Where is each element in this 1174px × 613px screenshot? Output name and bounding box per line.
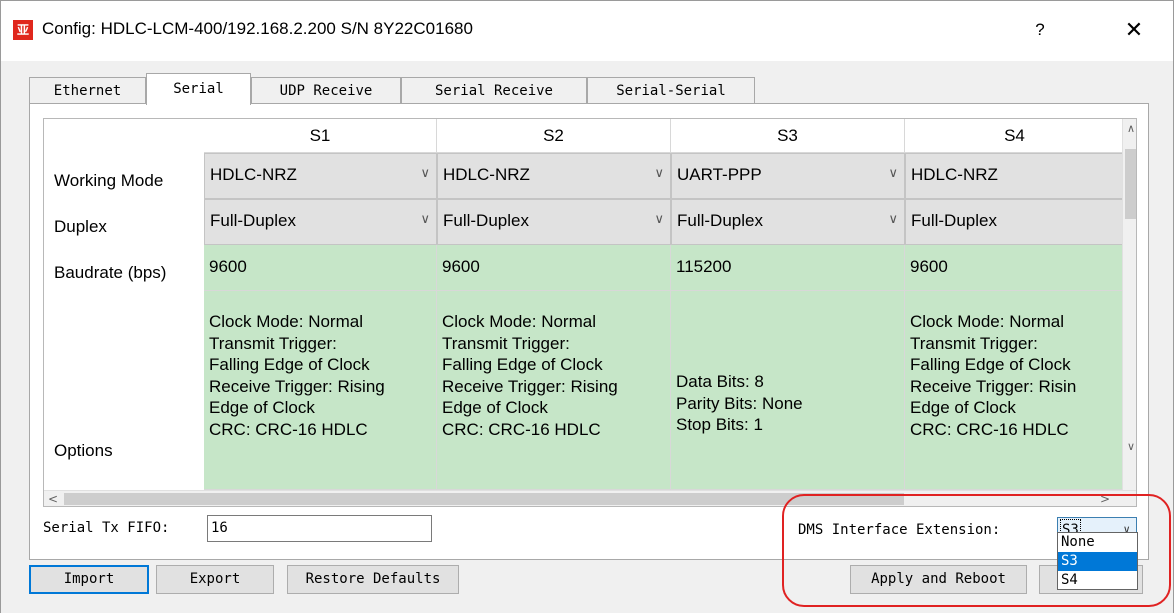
duplex-value: Full-Duplex bbox=[677, 211, 763, 230]
tab-udp-receive[interactable]: UDP Receive bbox=[251, 77, 401, 104]
working-mode-value: UART-PPP bbox=[677, 165, 762, 184]
close-button[interactable]: ✕ bbox=[1116, 15, 1152, 45]
duplex-value: Full-Duplex bbox=[911, 211, 997, 230]
column-header-s3[interactable]: S3 bbox=[671, 119, 905, 153]
column-header-s1[interactable]: S1 bbox=[204, 119, 437, 153]
options-cell-s3[interactable]: Data Bits: 8 Parity Bits: None Stop Bits… bbox=[671, 291, 905, 490]
column-header-s2[interactable]: S2 bbox=[437, 119, 671, 153]
horizontal-scrollbar[interactable]: < > bbox=[44, 490, 1136, 506]
vertical-scroll-thumb[interactable] bbox=[1125, 149, 1136, 219]
serial-tx-fifo-input[interactable]: 16 bbox=[207, 515, 432, 542]
apply-and-reboot-button[interactable]: Apply and Reboot bbox=[850, 565, 1027, 594]
export-button[interactable]: Export bbox=[156, 565, 274, 594]
import-button[interactable]: Import bbox=[29, 565, 149, 594]
working-mode-select-s3[interactable]: UART-PPP ∨ bbox=[671, 153, 905, 199]
row-label-options: Options bbox=[54, 441, 113, 460]
dms-options-dropdown: None S3 S4 bbox=[1057, 532, 1138, 590]
baudrate-value: 9600 bbox=[910, 257, 948, 276]
config-dialog: 亚 Config: HDLC-LCM-400/192.168.2.200 S/N… bbox=[0, 0, 1174, 613]
serial-tx-fifo-label: Serial Tx FIFO: bbox=[43, 520, 170, 536]
restore-defaults-button[interactable]: Restore Defaults bbox=[287, 565, 459, 594]
working-mode-value: HDLC-NRZ bbox=[443, 165, 530, 184]
duplex-select-s3[interactable]: Full-Duplex ∨ bbox=[671, 199, 905, 245]
duplex-value: Full-Duplex bbox=[443, 211, 529, 230]
working-mode-select-s1[interactable]: HDLC-NRZ ∨ bbox=[204, 153, 437, 199]
chevron-down-icon: ∨ bbox=[888, 165, 898, 180]
options-value: Clock Mode: Normal Transmit Trigger: Fal… bbox=[442, 312, 618, 439]
dms-option-s3[interactable]: S3 bbox=[1058, 552, 1137, 571]
options-cell-s2[interactable]: Clock Mode: Normal Transmit Trigger: Fal… bbox=[437, 291, 671, 490]
chevron-down-icon: ∨ bbox=[654, 165, 664, 180]
chevron-down-icon: ∨ bbox=[888, 211, 898, 226]
dms-option-none[interactable]: None bbox=[1058, 533, 1137, 552]
chevron-down-icon: ∨ bbox=[654, 211, 664, 226]
baudrate-cell-s4[interactable]: 9600 bbox=[905, 245, 1125, 291]
row-labels: Working Mode Duplex Baudrate (bps) Optio… bbox=[44, 119, 204, 490]
working-mode-value: HDLC-NRZ bbox=[911, 165, 998, 184]
options-value: Clock Mode: Normal Transmit Trigger: Fal… bbox=[209, 312, 385, 439]
app-logo-icon: 亚 bbox=[13, 20, 33, 40]
working-mode-value: HDLC-NRZ bbox=[210, 165, 297, 184]
tab-serial[interactable]: Serial bbox=[146, 73, 251, 105]
dialog-body: Ethernet Serial UDP Receive Serial Recei… bbox=[1, 61, 1173, 613]
scroll-up-icon[interactable]: ∧ bbox=[1123, 121, 1136, 137]
options-cell-s4[interactable]: Clock Mode: Normal Transmit Trigger: Fal… bbox=[905, 291, 1125, 490]
baudrate-value: 9600 bbox=[442, 257, 480, 276]
window-title: Config: HDLC-LCM-400/192.168.2.200 S/N 8… bbox=[42, 19, 473, 38]
row-label-baudrate: Baudrate (bps) bbox=[54, 263, 167, 282]
scroll-right-icon[interactable]: > bbox=[1096, 491, 1114, 506]
tab-serial-receive[interactable]: Serial Receive bbox=[401, 77, 587, 104]
baudrate-cell-s3[interactable]: 115200 bbox=[671, 245, 905, 291]
duplex-select-s1[interactable]: Full-Duplex ∨ bbox=[204, 199, 437, 245]
options-cell-s1[interactable]: Clock Mode: Normal Transmit Trigger: Fal… bbox=[204, 291, 437, 490]
row-label-duplex: Duplex bbox=[54, 217, 107, 236]
working-mode-select-s4[interactable]: HDLC-NRZ bbox=[905, 153, 1125, 199]
tab-serial-serial[interactable]: Serial-Serial bbox=[587, 77, 755, 104]
options-value: Clock Mode: Normal Transmit Trigger: Fal… bbox=[910, 312, 1077, 439]
chevron-down-icon: ∨ bbox=[420, 165, 430, 180]
column-header-s4[interactable]: S4 bbox=[905, 119, 1125, 153]
baudrate-cell-s2[interactable]: 9600 bbox=[437, 245, 671, 291]
serial-tab-panel: Working Mode Duplex Baudrate (bps) Optio… bbox=[29, 103, 1149, 560]
baudrate-value: 115200 bbox=[676, 257, 732, 276]
horizontal-scroll-thumb[interactable] bbox=[64, 493, 904, 505]
scroll-down-icon[interactable]: ∨ bbox=[1123, 439, 1136, 455]
baudrate-value: 9600 bbox=[209, 257, 247, 276]
chevron-down-icon: ∨ bbox=[420, 211, 430, 226]
vertical-scrollbar[interactable]: ∧ ∨ bbox=[1122, 119, 1136, 490]
dms-option-s4[interactable]: S4 bbox=[1058, 571, 1137, 590]
dms-interface-extension-label: DMS Interface Extension: bbox=[798, 522, 1001, 538]
title-bar: 亚 Config: HDLC-LCM-400/192.168.2.200 S/N… bbox=[1, 1, 1173, 61]
duplex-value: Full-Duplex bbox=[210, 211, 296, 230]
serial-port-table: Working Mode Duplex Baudrate (bps) Optio… bbox=[43, 118, 1137, 507]
tab-ethernet[interactable]: Ethernet bbox=[29, 77, 146, 104]
row-label-working-mode: Working Mode bbox=[54, 171, 164, 190]
duplex-select-s2[interactable]: Full-Duplex ∨ bbox=[437, 199, 671, 245]
working-mode-select-s2[interactable]: HDLC-NRZ ∨ bbox=[437, 153, 671, 199]
scroll-left-icon[interactable]: < bbox=[44, 491, 62, 506]
options-value: Data Bits: 8 Parity Bits: None Stop Bits… bbox=[676, 372, 803, 434]
baudrate-cell-s1[interactable]: 9600 bbox=[204, 245, 437, 291]
help-button[interactable]: ? bbox=[1025, 15, 1055, 45]
duplex-select-s4[interactable]: Full-Duplex bbox=[905, 199, 1125, 245]
